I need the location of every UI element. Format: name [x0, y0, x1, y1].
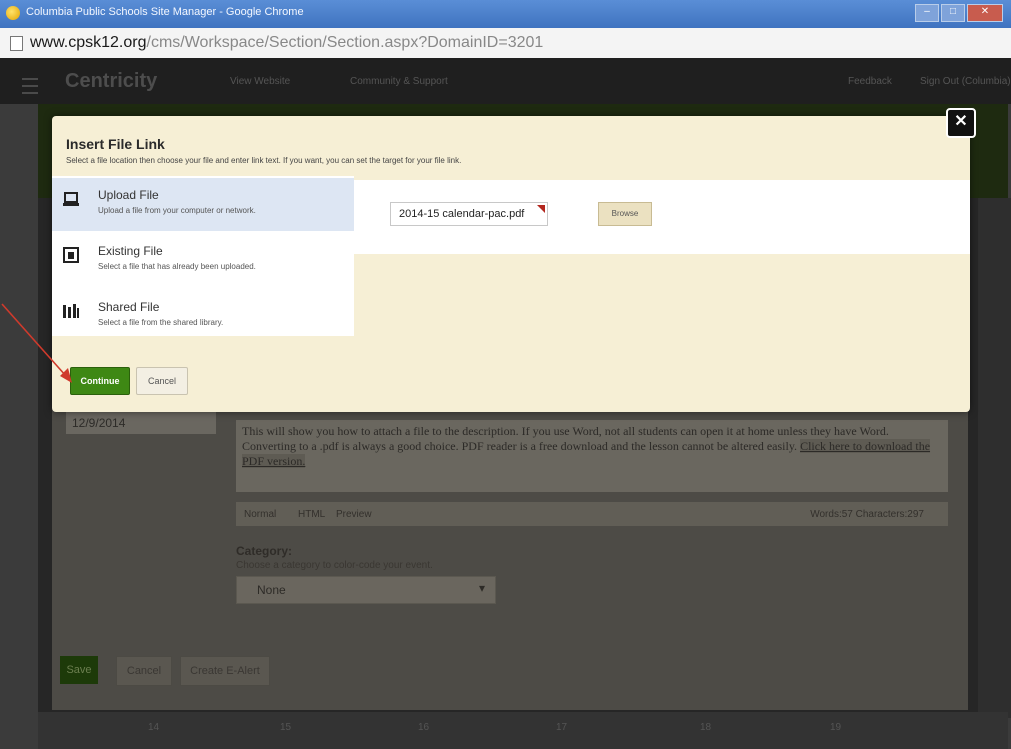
page-icon [10, 36, 23, 51]
calendar-day: 16 [418, 722, 430, 733]
annotation-arrow [1, 303, 72, 383]
tab-normal[interactable]: Normal [244, 509, 276, 520]
laptop-icon [63, 192, 79, 206]
flag-icon [537, 205, 545, 213]
calendar-row [38, 712, 1008, 749]
insert-file-link-dialog: Insert File Link Select a file location … [52, 116, 970, 412]
option-existing-file[interactable]: Existing File Select a file that has alr… [52, 234, 354, 287]
create-ealert-button[interactable]: Create E-Alert [180, 656, 270, 686]
file-input-value: 2014-15 calendar-pac.pdf [399, 208, 525, 220]
file-icon [63, 247, 79, 263]
dialog-title: Insert File Link [66, 136, 165, 152]
option-shared-file[interactable]: Shared File Select a file from the share… [52, 290, 354, 343]
description-editor[interactable]: This will show you how to attach a file … [236, 420, 948, 492]
app-header: Centricity View Website Community & Supp… [0, 58, 1011, 104]
tab-html[interactable]: HTML [298, 509, 325, 520]
calendar-day: 17 [556, 722, 568, 733]
calendar-day: 18 [700, 722, 712, 733]
date-field[interactable]: 12/9/2014 [66, 412, 216, 434]
cancel-button[interactable]: Cancel [136, 367, 188, 395]
dialog-subtitle: Select a file location then choose your … [66, 156, 462, 165]
nav-view-website[interactable]: View Website [230, 76, 290, 87]
save-button[interactable]: Save [60, 656, 98, 684]
option-title: Existing File [98, 244, 163, 258]
file-input[interactable]: 2014-15 calendar-pac.pdf [390, 202, 548, 226]
tab-preview[interactable]: Preview [336, 509, 372, 520]
option-upload-file[interactable]: Upload File Upload a file from your comp… [52, 178, 354, 231]
url-text[interactable]: www.cpsk12.org/cms/Workspace/Section/Sec… [30, 34, 543, 52]
description-text: This will show you how to attach a file … [242, 424, 889, 453]
chevron-down-icon: ▾ [478, 581, 485, 595]
category-value: None [257, 583, 286, 597]
word-count: Words:57 Characters:297 [810, 509, 924, 520]
window-title: Columbia Public Schools Site Manager - G… [26, 6, 304, 18]
editor-toolbar: Normal HTML Preview Words:57 Characters:… [236, 502, 948, 526]
category-help: Choose a category to color-code your eve… [236, 560, 433, 571]
calendar-day: 15 [280, 722, 292, 733]
address-bar[interactable]: www.cpsk12.org/cms/Workspace/Section/Sec… [0, 28, 1011, 59]
browse-button[interactable]: Browse [598, 202, 652, 226]
option-desc: Select a file from the shared library. [98, 318, 224, 327]
nav-sign-out[interactable]: Sign Out (Columbia) [920, 76, 1011, 87]
close-window-button[interactable]: ✕ [967, 4, 1003, 22]
brand-logo: Centricity [65, 70, 158, 92]
form-cancel-button[interactable]: Cancel [116, 656, 172, 686]
option-title: Upload File [98, 188, 159, 202]
close-icon[interactable]: ✕ [946, 108, 976, 138]
category-label: Category: [236, 544, 293, 558]
option-desc: Upload a file from your computer or netw… [98, 206, 256, 215]
nav-feedback[interactable]: Feedback [848, 76, 892, 87]
window-titlebar: Columbia Public Schools Site Manager - G… [0, 0, 1011, 28]
calendar-day: 14 [148, 722, 160, 733]
nav-community-support[interactable]: Community & Support [350, 76, 448, 87]
maximize-button[interactable]: □ [941, 4, 965, 22]
chrome-icon [6, 6, 20, 20]
window-controls: – □ ✕ [915, 4, 1003, 22]
minimize-button[interactable]: – [915, 4, 939, 22]
scroll-strip [978, 198, 1011, 718]
option-desc: Select a file that has already been uplo… [98, 262, 256, 271]
calendar-day: 19 [830, 722, 842, 733]
hamburger-menu-icon[interactable] [22, 78, 38, 94]
category-select[interactable]: None ▾ [236, 576, 496, 604]
option-title: Shared File [98, 300, 160, 314]
file-location-options: Upload File Upload a file from your comp… [52, 176, 354, 336]
